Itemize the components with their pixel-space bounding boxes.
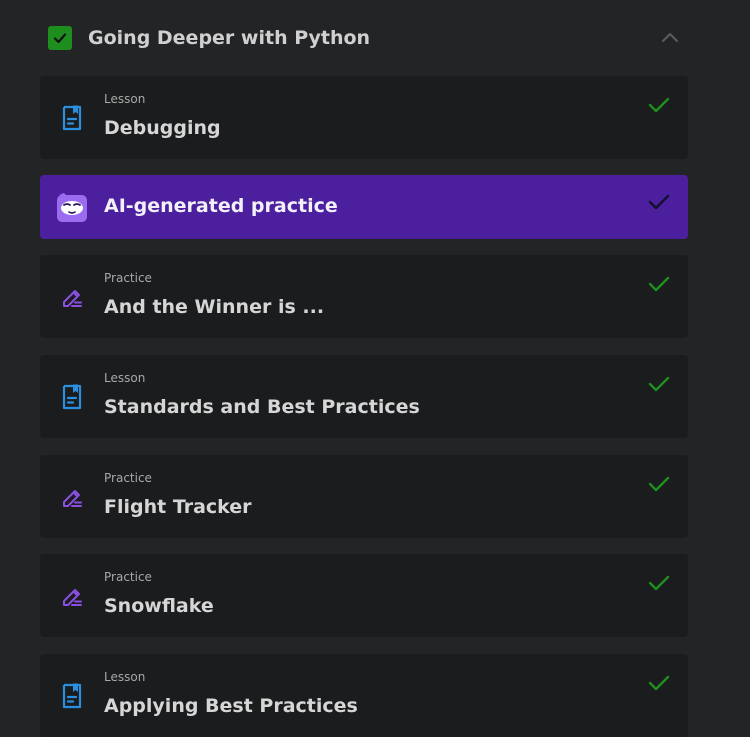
completed-check-icon [648, 194, 670, 210]
item-kind-label: Practice [104, 570, 152, 584]
item-kind-label: Practice [104, 271, 152, 285]
item-kind-label: Practice [104, 471, 152, 485]
item-kind-label: Lesson [104, 371, 146, 385]
completed-check-icon [648, 476, 670, 492]
lesson-document-icon [62, 683, 82, 709]
lesson-document-icon [62, 105, 82, 131]
practice-pencil-icon [63, 290, 82, 307]
ai-mascot-icon [57, 193, 87, 222]
item-title: And the Winner is ... [104, 296, 325, 318]
lesson-item-applying-best-practices[interactable]: Lesson Applying Best Practices [40, 654, 688, 737]
item-title: Standards and Best Practices [104, 396, 420, 418]
practice-pencil-icon [63, 490, 82, 507]
item-title: AI-generated practice [104, 195, 338, 217]
completed-check-icon [648, 376, 670, 392]
completed-check-icon [648, 575, 670, 591]
completed-check-icon [648, 97, 670, 113]
item-title: Debugging [104, 117, 221, 139]
lesson-document-icon [62, 384, 82, 410]
practice-pencil-icon [63, 589, 82, 606]
module-title: Going Deeper with Python [88, 27, 371, 49]
completed-check-icon [648, 276, 670, 292]
practice-item-snowflake[interactable]: Practice Snowflake [40, 554, 688, 637]
completed-check-icon [648, 675, 670, 691]
lesson-item-debugging[interactable]: Lesson Debugging [40, 76, 688, 159]
chevron-up-icon[interactable] [660, 28, 680, 48]
module-completed-checkbox-icon [48, 26, 72, 50]
item-title: Snowflake [104, 595, 214, 617]
ai-practice-item[interactable]: AI-generated practice [40, 175, 688, 239]
module-header[interactable]: Going Deeper with Python [40, 20, 688, 56]
practice-item-and-the-winner-is[interactable]: Practice And the Winner is ... [40, 255, 688, 338]
item-title: Applying Best Practices [104, 695, 358, 717]
item-kind-label: Lesson [104, 670, 146, 684]
practice-item-flight-tracker[interactable]: Practice Flight Tracker [40, 455, 688, 538]
item-title: Flight Tracker [104, 496, 252, 518]
lesson-item-standards-and-best-practices[interactable]: Lesson Standards and Best Practices [40, 355, 688, 438]
item-kind-label: Lesson [104, 92, 146, 106]
